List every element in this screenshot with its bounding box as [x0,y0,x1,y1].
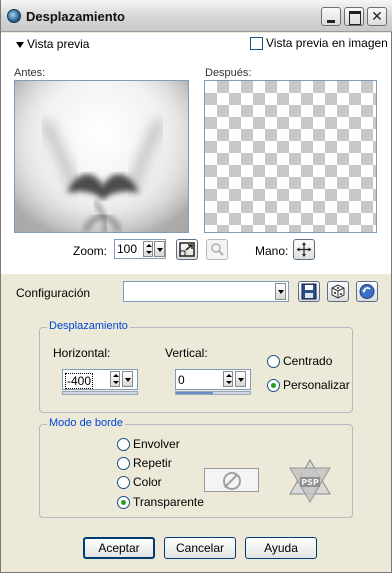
randomize-button[interactable] [327,281,349,302]
psp-logo-icon: PSP [289,459,331,503]
title-bar[interactable]: Desplazamiento ✕ [1,0,392,32]
horizontal-slider[interactable] [62,391,138,395]
radio-circle[interactable] [117,476,130,490]
radio-transparent[interactable]: Transparente [117,495,204,510]
image-preview-checkbox[interactable]: Vista previa en imagen [250,36,388,51]
radio-circle[interactable] [117,496,130,510]
collapse-triangle-icon [16,41,24,48]
vertical-dropdown-arrow-icon[interactable] [235,371,246,387]
help-button[interactable]: Ayuda [245,537,317,559]
horizontal-input[interactable]: -400 [62,369,138,390]
maximize-button[interactable] [344,7,364,26]
config-select[interactable] [123,281,289,302]
displacement-group-title: Desplazamiento [47,320,130,332]
undo-circle-icon [359,284,375,299]
image-preview-label: Vista previa en imagen [266,36,388,50]
radio-repeat-label: Repetir [133,456,172,470]
window-title: Desplazamiento [26,9,125,24]
save-preset-button[interactable] [298,281,320,302]
before-preview-image[interactable] [14,80,189,233]
config-label: Configuración [16,286,91,300]
vertical-label: Vertical: [165,346,208,360]
radio-circle[interactable] [117,438,130,452]
app-icon [7,9,21,23]
radio-transparent-label: Transparente [133,495,204,509]
radio-centered[interactable]: Centrado [267,354,333,369]
radio-color-label: Color [133,475,162,489]
zoom-input[interactable]: 100 [114,239,166,259]
zoom-value: 100 [117,242,138,256]
locate-button [206,239,228,260]
no-color-icon [223,472,241,490]
radio-wrap-label: Envolver [133,437,180,451]
radio-wrap[interactable]: Envolver [117,437,180,452]
preview-toggle-label: Vista previa [27,37,90,51]
zoom-dropdown-arrow-icon[interactable] [154,241,165,257]
vertical-spinner[interactable] [223,371,233,387]
preview-toggle[interactable]: Vista previa [16,37,89,51]
after-preview-image[interactable] [204,80,377,233]
edge-mode-group-title: Modo de borde [47,417,125,429]
vertical-input[interactable]: 0 [175,369,251,390]
close-button[interactable]: ✕ [367,7,387,26]
config-dropdown-arrow-icon[interactable] [275,283,286,300]
radio-circle[interactable] [267,379,280,393]
magnifier-icon [211,243,224,256]
horizontal-dropdown-arrow-icon[interactable] [122,371,133,387]
zoom-to-fit-button[interactable] [176,239,198,260]
pan-button[interactable] [293,239,315,260]
checkbox-box[interactable] [250,37,263,51]
horizontal-label: Horizontal: [53,346,111,360]
radio-custom-label: Personalizar [283,378,350,392]
dice-icon [331,284,345,299]
edge-color-swatch [204,468,259,492]
reset-button[interactable] [356,281,378,302]
zoom-spinner[interactable] [143,241,153,257]
radio-custom[interactable]: Personalizar [267,378,350,393]
svg-text:PSP: PSP [301,478,319,487]
horizontal-value: -400 [65,373,94,389]
radio-centered-label: Centrado [283,354,333,368]
radio-repeat[interactable]: Repetir [117,456,172,471]
resize-window-icon [179,242,195,257]
move-arrows-icon [296,242,312,257]
radio-circle[interactable] [267,355,280,369]
dialog-window: Desplazamiento ✕ Vista previa Vista prev… [0,0,392,573]
after-label: Después: [205,67,252,79]
preview-panel: Vista previa Vista previa en imagen Ante… [1,33,391,274]
radio-circle[interactable] [117,457,130,471]
minimize-button[interactable] [321,7,341,26]
vertical-value: 0 [178,373,185,387]
cancel-button[interactable]: Cancelar [164,537,236,559]
zoom-label: Zoom: [73,244,108,258]
vertical-slider[interactable] [175,391,251,395]
pan-label: Mano: [255,244,289,258]
horizontal-spinner[interactable] [110,371,120,387]
config-row: Configuración [1,278,391,306]
floppy-disk-icon [301,283,317,300]
ok-button[interactable]: Aceptar [83,537,155,559]
close-icon: ✕ [371,8,383,24]
nose-image [15,81,188,232]
before-label: Antes: [14,67,46,79]
radio-color[interactable]: Color [117,475,162,490]
